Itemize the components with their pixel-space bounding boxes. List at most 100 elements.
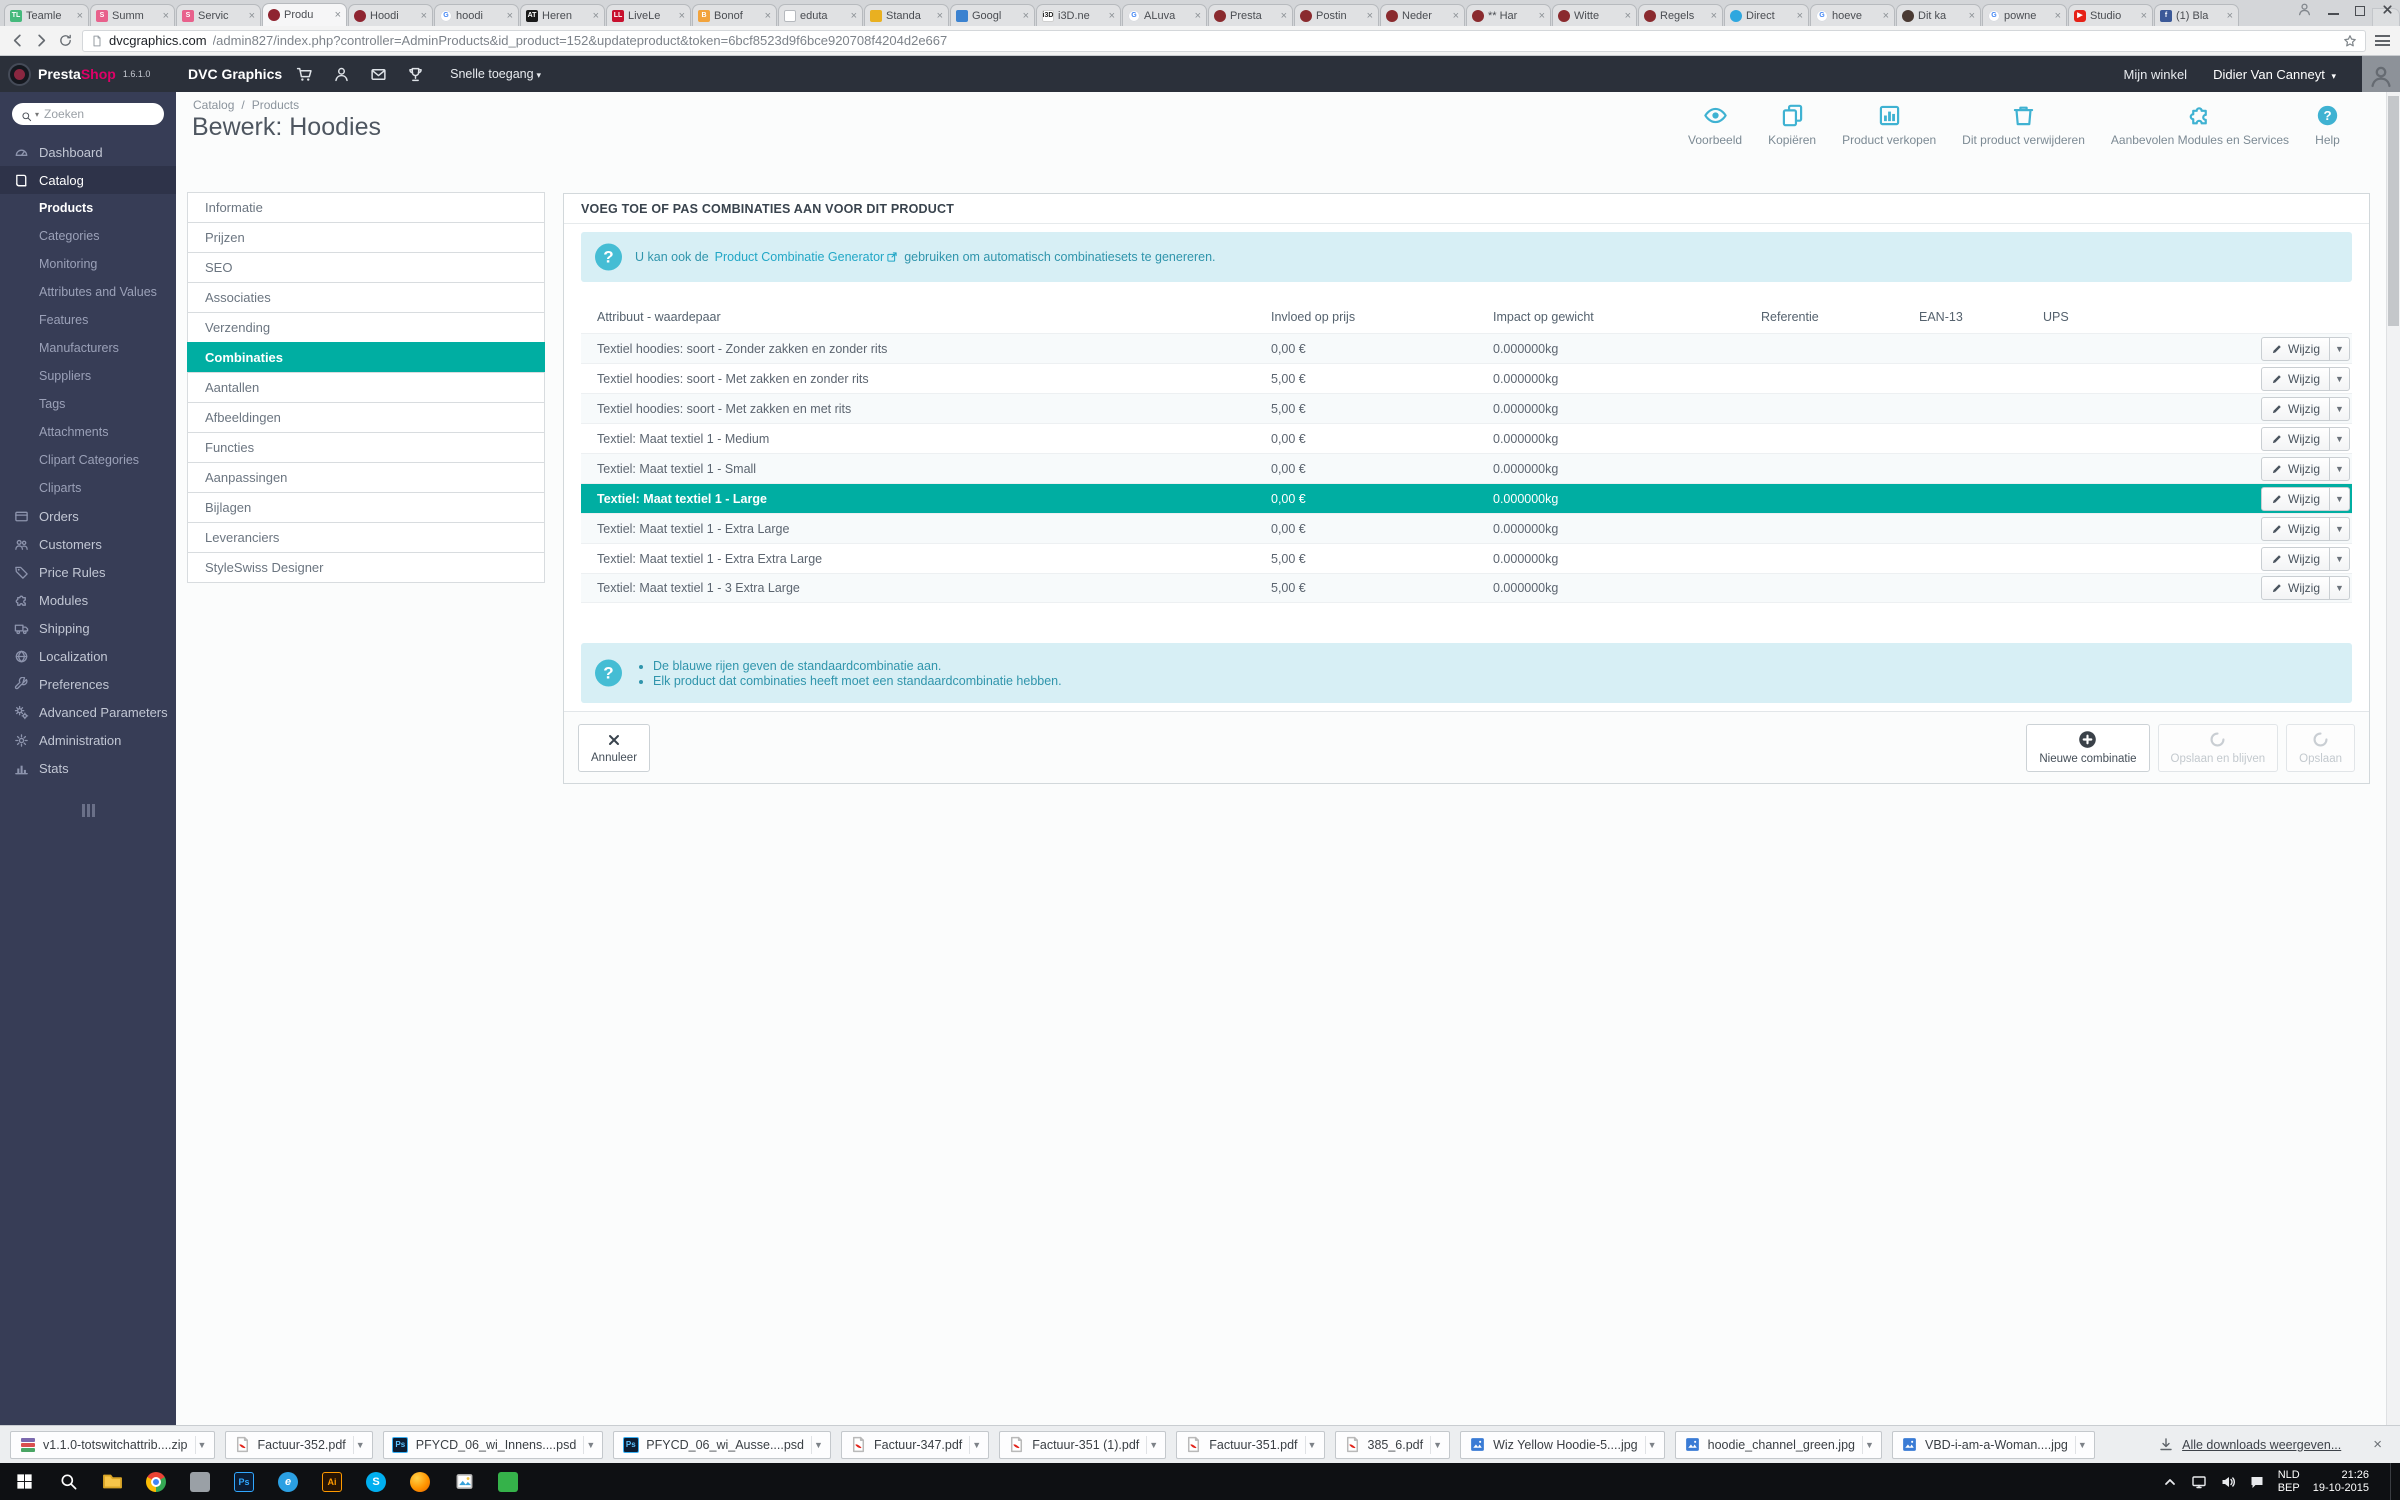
- download-item-caret[interactable]: ▼: [194, 1435, 209, 1454]
- tab-close-icon[interactable]: ×: [507, 10, 513, 22]
- sidebar-item-customers[interactable]: Customers: [0, 530, 176, 558]
- browser-tab-bonof[interactable]: B Bonof ×: [692, 4, 777, 26]
- download-item-caret[interactable]: ▼: [2074, 1435, 2089, 1454]
- tab-close-icon[interactable]: ×: [851, 10, 857, 22]
- sidebar-item-preferences[interactable]: Preferences: [0, 670, 176, 698]
- edit-button[interactable]: Wijzig ▼: [2261, 576, 2350, 600]
- sidebar-item-catalog[interactable]: Catalog: [0, 166, 176, 194]
- sidebar-item-advanced-parameters[interactable]: Advanced Parameters: [0, 698, 176, 726]
- browser-tab-witte[interactable]: Witte ×: [1552, 4, 1637, 26]
- download-item-caret[interactable]: ▼: [1304, 1435, 1319, 1454]
- download-item[interactable]: Ps PFYCD_06_wi_Ausse....psd ▼: [613, 1430, 831, 1459]
- save-and-stay-button[interactable]: Opslaan en blijven: [2157, 723, 2279, 772]
- show-desktop-button[interactable]: [2390, 1463, 2396, 1500]
- toolbar-button-product-verkopen[interactable]: Product verkopen: [1842, 103, 1936, 147]
- browser-tab-regels[interactable]: Regels ×: [1638, 4, 1723, 26]
- download-item[interactable]: VBD-i-am-a-Woman....jpg ▼: [1892, 1430, 2095, 1459]
- edit-button-main[interactable]: Wijzig: [2262, 488, 2329, 510]
- tab-close-icon[interactable]: ×: [1969, 10, 1975, 22]
- tab-prijzen[interactable]: Prijzen: [187, 222, 545, 253]
- user-avatar[interactable]: [2362, 56, 2400, 92]
- browser-tab-1-bla[interactable]: f (1) Bla ×: [2154, 4, 2239, 26]
- tab-informatie[interactable]: Informatie: [187, 192, 545, 223]
- skype-taskbar-icon[interactable]: S: [354, 1463, 398, 1500]
- tab-close-icon[interactable]: ×: [937, 10, 943, 22]
- sidebar-collapse-handle[interactable]: [81, 804, 95, 817]
- start-button[interactable]: [2, 1463, 46, 1500]
- edit-dropdown-caret[interactable]: ▼: [2329, 487, 2349, 510]
- browser-tab-servic[interactable]: S Servic ×: [176, 4, 261, 26]
- illustrator-taskbar-icon[interactable]: Ai: [310, 1463, 354, 1500]
- tab-combinaties[interactable]: Combinaties: [187, 342, 545, 373]
- browser-tab-har[interactable]: ** Har ×: [1466, 4, 1551, 26]
- download-item-caret[interactable]: ▼: [1862, 1435, 1876, 1454]
- sidebar-item-categories[interactable]: Categories: [0, 222, 176, 250]
- tray-chevron-up-icon[interactable]: [2162, 1474, 2178, 1490]
- download-item[interactable]: Ps PFYCD_06_wi_Innens....psd ▼: [382, 1430, 604, 1459]
- tab-close-icon[interactable]: ×: [1195, 10, 1201, 22]
- sidebar-search[interactable]: ▾: [12, 103, 164, 125]
- table-row[interactable]: Textiel: Maat textiel 1 - Medium 0,00 € 0.…: [581, 423, 2352, 453]
- browser-tab-googl[interactable]: Googl ×: [950, 4, 1035, 26]
- edit-button-main[interactable]: Wijzig: [2262, 338, 2329, 360]
- sidebar-item-manufacturers[interactable]: Manufacturers: [0, 334, 176, 362]
- tab-close-icon[interactable]: ×: [765, 10, 771, 22]
- download-item-caret[interactable]: ▼: [1644, 1435, 1659, 1454]
- browser-tab-neder[interactable]: Neder ×: [1380, 4, 1465, 26]
- edit-dropdown-caret[interactable]: ▼: [2329, 427, 2349, 450]
- bookmark-star-icon[interactable]: [2343, 34, 2357, 48]
- tab-associaties[interactable]: Associaties: [187, 282, 545, 313]
- sidebar-item-tags[interactable]: Tags: [0, 390, 176, 418]
- trophy-icon[interactable]: [407, 66, 424, 83]
- sidebar-item-stats[interactable]: Stats: [0, 754, 176, 782]
- download-item[interactable]: Factuur-351 (1).pdf ▼: [999, 1430, 1167, 1459]
- chrome-taskbar-icon[interactable]: [134, 1463, 178, 1500]
- edit-button[interactable]: Wijzig ▼: [2261, 456, 2350, 481]
- edit-button[interactable]: Wijzig ▼: [2261, 336, 2350, 361]
- download-item-caret[interactable]: ▼: [969, 1435, 983, 1454]
- tab-close-icon[interactable]: ×: [679, 10, 685, 22]
- show-all-downloads-link[interactable]: Alle downloads weergeven...: [2158, 1437, 2341, 1453]
- sidebar-item-attachments[interactable]: Attachments: [0, 418, 176, 446]
- toolbar-button-kopi-ren[interactable]: Kopiëren: [1768, 103, 1816, 147]
- tab-close-icon[interactable]: ×: [2141, 10, 2147, 22]
- tab-close-icon[interactable]: ×: [421, 10, 427, 22]
- browser-tab-direct[interactable]: Direct ×: [1724, 4, 1809, 26]
- sidebar-item-price-rules[interactable]: Price Rules: [0, 558, 176, 586]
- browser-tab-studio[interactable]: ▶ Studio ×: [2068, 4, 2153, 26]
- shop-name[interactable]: DVC Graphics: [188, 66, 282, 82]
- sidebar-item-monitoring[interactable]: Monitoring: [0, 250, 176, 278]
- toolbar-button-dit-product-verwijderen[interactable]: Dit product verwijderen: [1962, 103, 2085, 147]
- action-center-icon[interactable]: [2249, 1474, 2265, 1490]
- edit-button[interactable]: Wijzig ▼: [2261, 396, 2350, 421]
- edit-button[interactable]: Wijzig ▼: [2261, 516, 2350, 541]
- sidebar-item-modules[interactable]: Modules: [0, 586, 176, 614]
- edit-dropdown-caret[interactable]: ▼: [2329, 517, 2349, 540]
- browser-tab-eduta[interactable]: eduta ×: [778, 4, 863, 26]
- cancel-button[interactable]: Annuleer: [578, 723, 651, 772]
- sidebar-item-shipping[interactable]: Shipping: [0, 614, 176, 642]
- edit-dropdown-caret[interactable]: ▼: [2329, 367, 2349, 390]
- download-item[interactable]: Factuur-347.pdf ▼: [841, 1430, 990, 1459]
- download-item-caret[interactable]: ▼: [1430, 1435, 1444, 1454]
- tab-close-icon[interactable]: ×: [593, 10, 599, 22]
- breadcrumb-catalog[interactable]: Catalog: [193, 98, 234, 112]
- browser-tab-produ[interactable]: Produ ×: [262, 3, 347, 26]
- url-input[interactable]: dvcgraphics.com/admin827/index.php?contr…: [82, 29, 2366, 52]
- edit-button-main[interactable]: Wijzig: [2262, 398, 2329, 420]
- edit-button-main[interactable]: Wijzig: [2262, 577, 2329, 599]
- tab-styleswiss-designer[interactable]: StyleSwiss Designer: [187, 552, 545, 583]
- browser-tab-hoodi[interactable]: Hoodi ×: [348, 4, 433, 26]
- tab-close-icon[interactable]: ×: [77, 10, 83, 22]
- combination-generator-link[interactable]: Product Combinatie Generator: [715, 250, 899, 264]
- table-row[interactable]: Textiel hoodies: soort - Zonder zakken e…: [581, 333, 2352, 363]
- minimize-button[interactable]: [2328, 12, 2339, 15]
- sidebar-item-orders[interactable]: Orders: [0, 502, 176, 530]
- download-item-caret[interactable]: ▼: [811, 1435, 825, 1454]
- tab-close-icon[interactable]: ×: [1625, 10, 1631, 22]
- edit-button-main[interactable]: Wijzig: [2262, 458, 2329, 480]
- table-row[interactable]: Textiel: Maat textiel 1 - Extra Extra La…: [581, 543, 2352, 573]
- sidebar-item-dashboard[interactable]: Dashboard: [0, 138, 176, 166]
- sidebar-item-administration[interactable]: Administration: [0, 726, 176, 754]
- tab-bijlagen[interactable]: Bijlagen: [187, 492, 545, 523]
